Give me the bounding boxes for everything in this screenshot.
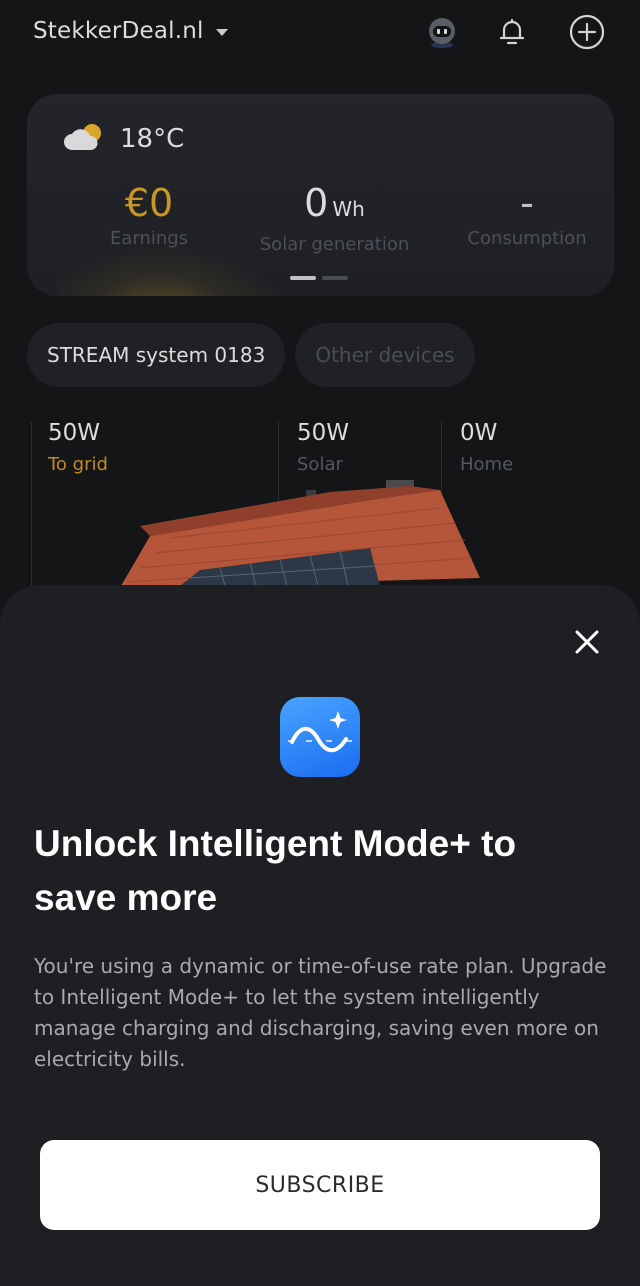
home-value: 0W [460, 420, 498, 446]
to-grid-value: 50W [48, 420, 101, 446]
subscription-bottom-sheet: Unlock Intelligent Mode+ to save more Yo… [0, 585, 640, 1286]
close-button[interactable] [570, 625, 604, 659]
earnings-label: Earnings [109, 228, 189, 249]
house-illustration [110, 478, 490, 598]
consumption-stat: - Consumption [447, 182, 607, 249]
tab-stream-system[interactable]: STREAM system 0183 [27, 323, 286, 387]
solar-value: 50W [297, 420, 350, 446]
solar-generation-stat: 0 Wh Solar generation [237, 182, 432, 255]
consumption-value: - [520, 181, 534, 225]
solar-generation-value: 0 [304, 181, 329, 225]
device-tabs: STREAM system 0183 Other devices [27, 323, 475, 387]
temperature: 18°C [120, 124, 185, 154]
solar-generation-label: Solar generation [259, 234, 410, 255]
consumption-label: Consumption [467, 228, 587, 249]
bell-icon[interactable] [492, 12, 532, 52]
home-label: Home [460, 454, 514, 475]
caret-down-icon [215, 29, 228, 36]
close-icon [575, 630, 599, 654]
intelligent-mode-icon [280, 697, 360, 777]
earnings-stat: €0 Earnings [79, 182, 219, 249]
earnings-value: €0 [124, 181, 174, 225]
solar-generation-unit: Wh [332, 197, 365, 221]
brand-name: StekkerDeal.nl [33, 18, 204, 44]
solar-label: Solar [297, 454, 343, 475]
robot-icon[interactable] [422, 12, 462, 52]
sheet-title: Unlock Intelligent Mode+ to save more [34, 823, 517, 918]
energy-summary-card[interactable]: 18°C €0 Earnings 0 Wh Solar generation - … [27, 94, 614, 296]
plus-circle-icon[interactable] [567, 12, 607, 52]
flow-divider [31, 422, 32, 592]
sheet-description: You're using a dynamic or time-of-use ra… [34, 954, 607, 1071]
subscribe-button[interactable]: SUBSCRIBE [40, 1140, 600, 1230]
top-bar: StekkerDeal.nl [0, 0, 640, 66]
tab-other-devices[interactable]: Other devices [295, 323, 475, 387]
weather: 18°C [62, 120, 184, 158]
flow-to-grid: 50W To grid [48, 420, 108, 475]
to-grid-label: To grid [48, 454, 108, 475]
partly-cloudy-icon [62, 120, 106, 158]
flow-home: 0W Home [460, 420, 513, 475]
pager-dot-active [290, 276, 316, 280]
card-pager [290, 276, 348, 280]
flow-solar: 50W Solar [297, 420, 349, 475]
account-selector[interactable]: StekkerDeal.nl [33, 18, 228, 44]
pager-dot [322, 276, 348, 280]
